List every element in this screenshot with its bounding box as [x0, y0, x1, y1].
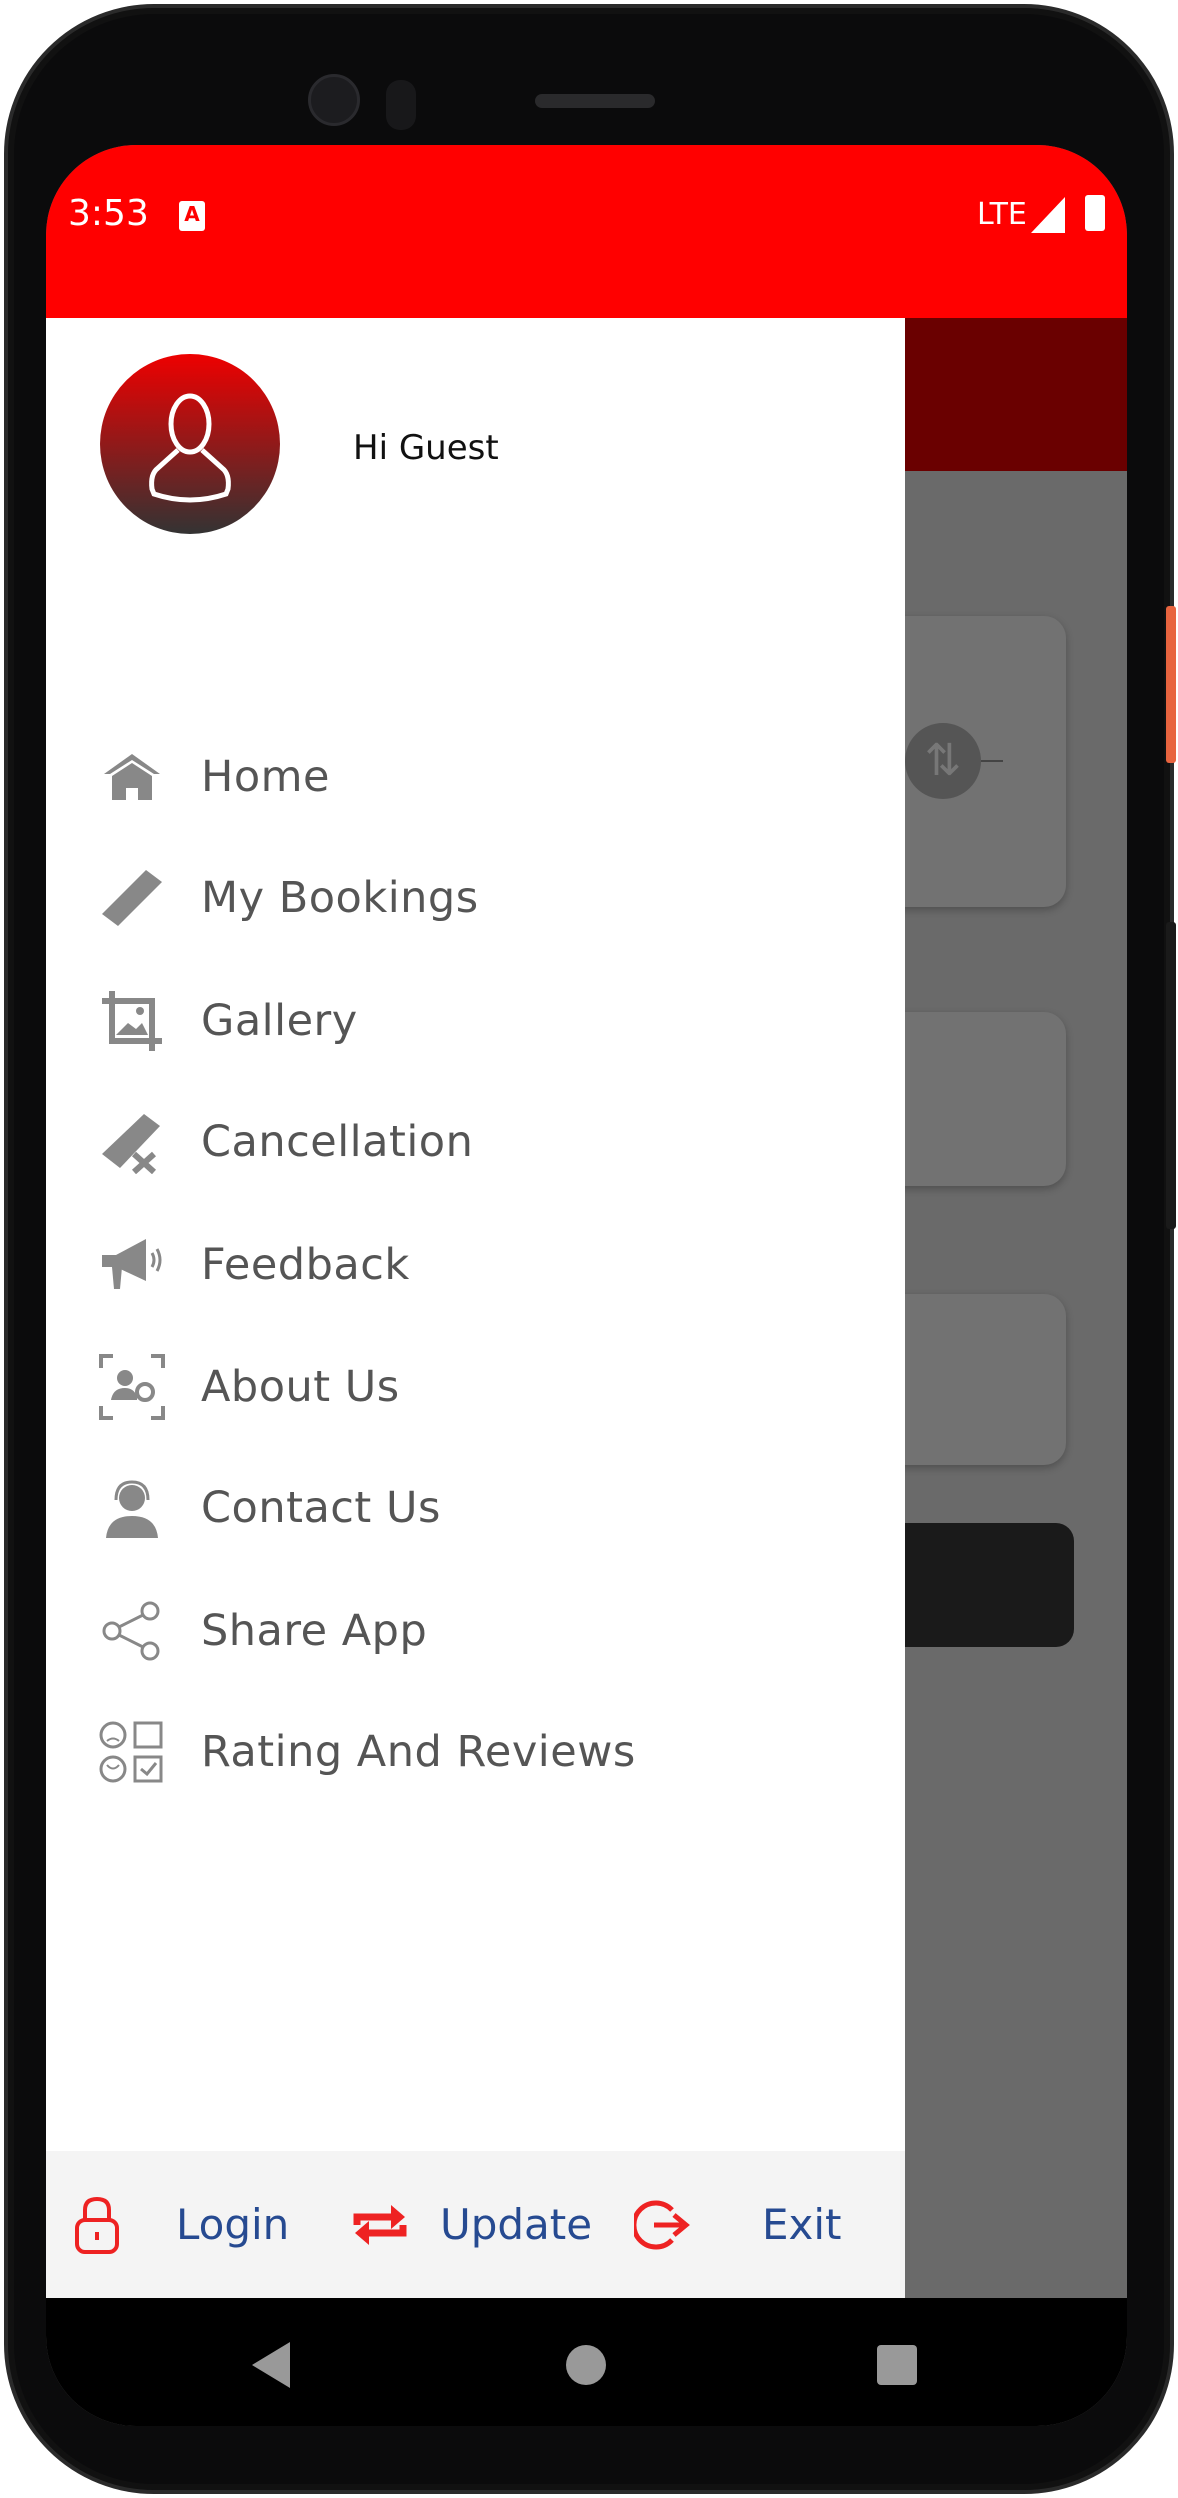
navigation-drawer: Hi Guest Home My Bookings Gallery Cancel… — [46, 318, 905, 2298]
menu-item-rating-and-reviews[interactable]: Rating And Reviews — [46, 1702, 905, 1802]
exit-icon — [634, 2200, 690, 2249]
battery-icon — [1085, 195, 1105, 231]
about-icon — [98, 1353, 166, 1421]
swap-icon: ⇅ — [905, 723, 981, 799]
home-nav-icon[interactable] — [566, 2345, 606, 2385]
volume-button — [1166, 922, 1176, 1229]
greeting-text: Hi Guest — [353, 428, 499, 468]
rating-icon — [98, 1718, 166, 1786]
megaphone-icon — [98, 1231, 166, 1299]
menu-label: About Us — [201, 1362, 400, 1412]
lock-icon — [75, 2196, 119, 2254]
refresh-arrows-icon — [353, 2204, 407, 2245]
menu-label: Home — [201, 752, 330, 802]
update-button[interactable]: Update — [353, 2151, 592, 2298]
menu-item-share-app[interactable]: Share App — [46, 1581, 905, 1681]
login-button[interactable]: Login — [74, 2151, 289, 2298]
avatar[interactable] — [100, 354, 280, 534]
status-bar: 3:53 A LTE — [46, 145, 1127, 318]
share-icon — [98, 1597, 166, 1665]
menu-item-my-bookings[interactable]: My Bookings — [46, 848, 905, 948]
network-type: LTE — [977, 197, 1027, 232]
divider — [981, 760, 1003, 762]
drawer-footer: Login Update Exit — [46, 2151, 905, 2298]
gallery-icon — [98, 987, 166, 1055]
menu-item-feedback[interactable]: Feedback — [46, 1215, 905, 1315]
menu-label: Cancellation — [201, 1117, 474, 1167]
menu-label: Contact Us — [201, 1483, 441, 1533]
menu-item-cancellation[interactable]: Cancellation — [46, 1092, 905, 1192]
update-label: Update — [440, 2200, 593, 2249]
speaker — [535, 94, 655, 108]
exit-button[interactable]: Exit — [634, 2151, 842, 2298]
notification-icon: A — [179, 201, 205, 231]
signal-icon — [1031, 197, 1065, 233]
ticket-cancel-icon — [98, 1108, 166, 1176]
ticket-icon — [98, 864, 166, 932]
screen: 3:53 A LTE ⇅ Hi Guest Home My Bookings G… — [46, 145, 1127, 2426]
system-nav-bar — [46, 2298, 1127, 2426]
menu-item-gallery[interactable]: Gallery — [46, 971, 905, 1071]
menu-label: Share App — [201, 1606, 428, 1656]
menu-label: Rating And Reviews — [201, 1727, 636, 1777]
status-time: 3:53 — [68, 193, 149, 234]
login-label: Login — [176, 2200, 290, 2249]
menu-item-contact-us[interactable]: Contact Us — [46, 1458, 905, 1558]
back-icon[interactable] — [252, 2342, 292, 2388]
menu-item-about-us[interactable]: About Us — [46, 1337, 905, 1437]
support-agent-icon — [98, 1474, 166, 1542]
power-button — [1166, 606, 1176, 763]
sensor — [386, 80, 416, 130]
camera — [308, 74, 360, 126]
menu-item-home[interactable]: Home — [46, 727, 905, 827]
recents-icon[interactable] — [877, 2345, 917, 2385]
exit-label: Exit — [762, 2200, 842, 2249]
menu-label: Feedback — [201, 1240, 410, 1290]
user-icon — [149, 393, 231, 503]
menu-label: Gallery — [201, 996, 358, 1046]
home-icon — [98, 743, 166, 811]
menu-label: My Bookings — [201, 873, 479, 923]
